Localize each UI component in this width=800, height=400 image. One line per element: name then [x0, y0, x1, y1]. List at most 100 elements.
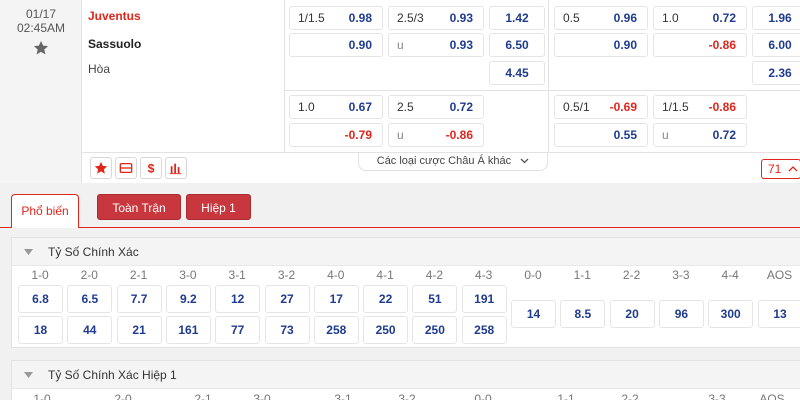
score-odds-cell[interactable]: 18	[18, 316, 63, 344]
score-odds-cell[interactable]: 6.8	[18, 285, 63, 313]
score-odds-cell[interactable]: 96	[658, 300, 704, 328]
odds-cell-hdp2-away[interactable]: -0.79	[289, 123, 383, 147]
odds-cell-h1-hdp2-away[interactable]: 0.55	[554, 123, 648, 147]
odds-value: 1.42	[505, 11, 529, 25]
odds-value: 0.72	[712, 11, 736, 25]
score-odds-cell[interactable]: 44	[67, 316, 113, 344]
favorite-star-icon[interactable]	[33, 40, 49, 56]
score-odds-cell[interactable]: 191	[461, 285, 507, 313]
section-header[interactable]: Tỷ Số Chính Xác	[12, 238, 800, 266]
section-header[interactable]: Tỷ Số Chính Xác Hiệp 1	[12, 361, 800, 389]
odds-value: 4.45	[505, 66, 529, 80]
star-icon[interactable]	[90, 157, 112, 179]
match-time: 02:45AM	[16, 21, 66, 35]
match-time-column: 01/17 02:45AM	[0, 0, 82, 183]
odds-cell-1x2-draw[interactable]: 4.45	[489, 61, 545, 85]
odds-cell-hdp-away[interactable]: 0.90	[289, 33, 383, 57]
score-label: 2-2	[622, 268, 641, 282]
odds-cell-h1-ou2-under[interactable]: u 0.72	[653, 123, 747, 147]
score-odds-cell[interactable]: 258	[313, 316, 359, 344]
score-odds-cell[interactable]: 12	[215, 285, 261, 313]
score-odds-cell[interactable]: 161	[165, 316, 211, 344]
score-label: 0-0	[474, 392, 492, 400]
correct-score-section: Tỷ Số Chính Xác 1-0 6.8 18 2-0 6.5 44 2-1 7.7 21…	[11, 237, 800, 348]
more-asian-bets-toggle[interactable]: Các loại cược Châu Á khác	[358, 153, 548, 171]
score-odds-cell[interactable]: 13	[757, 300, 800, 328]
caret-down-icon	[24, 372, 33, 378]
score-odds-cell[interactable]: 21	[116, 316, 162, 344]
odds-cell-ou2-over[interactable]: 2.5 0.72	[388, 95, 484, 119]
score-odds-cell[interactable]: 258	[461, 316, 507, 344]
odds-cell-ou2-under[interactable]: u -0.86	[388, 123, 484, 147]
odds-cell-h1-hdp-home[interactable]: 0.5 0.96	[554, 6, 648, 30]
away-team[interactable]: Sassuolo	[88, 37, 141, 51]
score-odds-cell[interactable]: 51	[412, 285, 458, 313]
odds-cell-hdp-home[interactable]: 1/1.5 0.98	[289, 6, 383, 30]
odds-cell-h1-hdp2-home[interactable]: 0.5/1 -0.69	[554, 95, 648, 119]
score-label: 3-2	[277, 268, 296, 282]
odds-cell-hdp2-home[interactable]: 1.0 0.67	[289, 95, 383, 119]
score-odds-cell[interactable]: 7.7	[116, 285, 162, 313]
score-odds-cell[interactable]: 20	[609, 300, 655, 328]
draw-label: Hòa	[88, 62, 111, 76]
score-odds-cell[interactable]: 73	[264, 316, 310, 344]
under-label: u	[397, 128, 404, 142]
score-odds-cell[interactable]: 27	[264, 285, 310, 313]
score-odds-cell[interactable]: 8.5	[560, 300, 606, 328]
score-odds-cell[interactable]: 250	[412, 316, 458, 344]
under-label: u	[397, 38, 404, 52]
match-row: 01/17 02:45AM Juventus Sassuolo Hòa 1/1.…	[0, 0, 800, 183]
score-label: AOS	[759, 392, 785, 400]
odds-cell-ou-over[interactable]: 2.5/3 0.93	[388, 6, 484, 30]
score-label: 3-1	[334, 392, 352, 400]
chevron-up-icon	[788, 166, 798, 172]
score-label: 2-0	[114, 392, 132, 400]
odds-cell-1x2-home[interactable]: 1.42	[489, 6, 545, 30]
match-odds-page: 01/17 02:45AM Juventus Sassuolo Hòa 1/1.…	[0, 0, 800, 400]
score-label: 3-0	[179, 268, 197, 282]
score-label: 3-0	[253, 392, 271, 400]
odds-cell-1x2-away[interactable]: 6.50	[489, 33, 545, 57]
stats-icon[interactable]	[165, 157, 187, 179]
handicap-line: 1/1.5	[298, 11, 325, 25]
score-odds-cell[interactable]: 17	[313, 285, 359, 313]
dollar-icon[interactable]: $	[140, 157, 162, 179]
odds-value: 0.90	[348, 38, 372, 52]
section-title: Tỷ Số Chính Xác Hiệp 1	[48, 368, 177, 382]
more-bets-count-button[interactable]: 71	[761, 159, 800, 179]
tab-full-match[interactable]: Toàn Trận	[97, 194, 181, 220]
tab-first-half[interactable]: Hiệp 1	[186, 194, 251, 220]
total-line: 1/1.5	[662, 100, 689, 114]
score-odds-cell[interactable]: 300	[708, 300, 754, 328]
odds-value: 0.93	[449, 11, 473, 25]
score-odds-cell[interactable]: 6.5	[67, 285, 113, 313]
odds-value: 6.00	[768, 38, 792, 52]
odds-cell-h1-hdp-away[interactable]: 0.90	[554, 33, 648, 57]
odds-value: -0.86	[445, 128, 473, 142]
score-odds-cell[interactable]: 77	[215, 316, 261, 344]
ticket-icon[interactable]	[115, 157, 137, 179]
odds-cell-h1-ou2-over[interactable]: 1/1.5 -0.86	[653, 95, 747, 119]
odds-cell-ou-under[interactable]: u 0.93	[388, 33, 484, 57]
tab-underline	[0, 227, 800, 228]
odds-value: 0.72	[449, 100, 473, 114]
score-label: 3-2	[398, 392, 416, 400]
odds-cell-h1-ou-under[interactable]: -0.86	[653, 33, 747, 57]
odds-cell-h1-1x2-home[interactable]: 1.96	[752, 6, 800, 30]
more-bets-label: Các loại cược Châu Á khác	[376, 155, 512, 167]
score-odds-cell[interactable]: 22	[363, 285, 409, 313]
divider	[284, 90, 800, 91]
score-odds-cell[interactable]: 9.2	[165, 285, 211, 313]
chevron-down-icon	[520, 158, 529, 164]
score-odds-cell[interactable]: 14	[511, 300, 556, 328]
score-odds-cell[interactable]: 250	[363, 316, 409, 344]
home-team[interactable]: Juventus	[88, 9, 141, 23]
odds-value: -0.86	[708, 38, 736, 52]
odds-value: 6.50	[505, 38, 529, 52]
score-label: 1-1	[557, 392, 575, 400]
odds-cell-h1-ou-over[interactable]: 1.0 0.72	[653, 6, 747, 30]
odds-value: 0.55	[613, 128, 637, 142]
odds-cell-h1-1x2-draw[interactable]: 2.36	[752, 61, 800, 85]
tab-popular[interactable]: Phổ biến	[11, 194, 79, 228]
odds-cell-h1-1x2-away[interactable]: 6.00	[752, 33, 800, 57]
